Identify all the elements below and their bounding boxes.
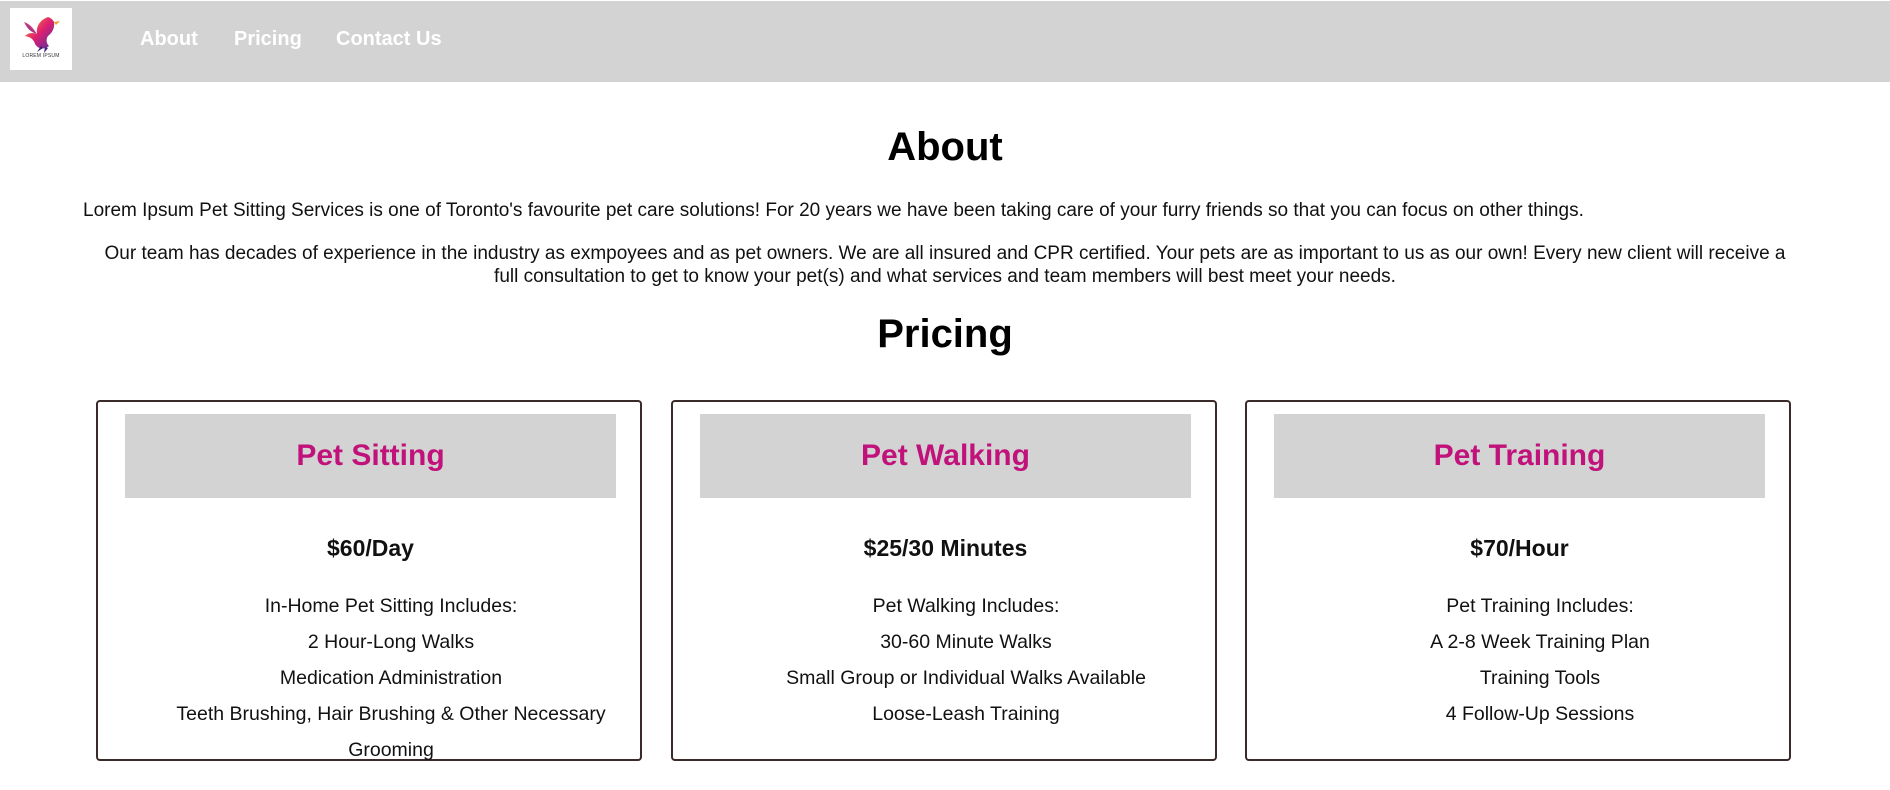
about-heading: About (887, 125, 1003, 169)
about-paragraph-1: Lorem Ipsum Pet Sitting Services is one … (83, 200, 1584, 221)
list-item: Pet Walking Includes: (872, 595, 1060, 617)
card-header: Pet Walking (700, 414, 1191, 498)
brand-logo[interactable]: LOREM IPSUM (10, 8, 72, 70)
card-features-list: Pet Walking Includes: 30-60 Minute Walks… (733, 588, 1199, 732)
list-item: Pet Training Includes: (1446, 595, 1634, 617)
card-header: Pet Training (1274, 414, 1765, 498)
list-item: In-Home Pet Sitting Includes: (264, 595, 518, 617)
list-item: Medication Administration (279, 667, 503, 689)
list-item: Teeth Brushing, Hair Brushing & Other Ne… (176, 703, 606, 761)
card-features-list: Pet Training Includes: A 2-8 Week Traini… (1307, 588, 1773, 732)
list-item: Loose-Leash Training (872, 703, 1060, 725)
about-paragraph-2: Our team has decades of experience in th… (104, 243, 1786, 287)
card-features-list: In-Home Pet Sitting Includes: 2 Hour-Lon… (158, 588, 624, 768)
list-item: 30-60 Minute Walks (880, 631, 1052, 653)
card-title: Pet Training (1433, 439, 1606, 472)
logo-wordmark: LOREM IPSUM (22, 53, 60, 59)
nav-link-pricing[interactable]: Pricing (234, 28, 302, 51)
list-item: Training Tools (1479, 667, 1601, 689)
pricing-card-pet-walking: Pet Walking $25/30 Minutes Pet Walking I… (671, 400, 1217, 761)
card-price: $60/Day (327, 535, 414, 561)
list-item: A 2-8 Week Training Plan (1430, 631, 1650, 653)
nav-link-about[interactable]: About (140, 28, 198, 51)
bird-logo-icon (24, 17, 60, 53)
list-item: Small Group or Individual Walks Availabl… (786, 667, 1146, 689)
pricing-heading: Pricing (877, 312, 1013, 356)
card-price: $25/30 Minutes (863, 535, 1028, 561)
nav-link-contact[interactable]: Contact Us (336, 28, 442, 51)
card-header: Pet Sitting (125, 414, 616, 498)
list-item: 2 Hour-Long Walks (307, 631, 475, 653)
card-price: $70/Hour (1470, 535, 1569, 561)
list-item: 4 Follow-Up Sessions (1445, 703, 1635, 725)
card-title: Pet Sitting (296, 439, 445, 472)
top-navbar: LOREM IPSUM About Pricing Contact Us (0, 1, 1890, 82)
pricing-card-pet-training: Pet Training $70/Hour Pet Training Inclu… (1245, 400, 1791, 761)
pricing-card-pet-sitting: Pet Sitting $60/Day In-Home Pet Sitting … (96, 400, 642, 761)
card-title: Pet Walking (861, 439, 1030, 472)
